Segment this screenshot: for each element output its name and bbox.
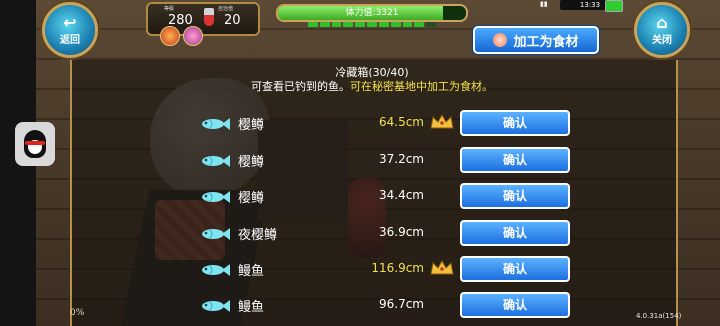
fish-size: 96.7cm	[378, 297, 424, 311]
fish-name: 鳗鱼	[238, 300, 265, 315]
fish-size: 34.4cm	[378, 188, 424, 202]
process-button-label: 加工为食材	[513, 34, 579, 50]
fish-name: 鳗鱼	[238, 264, 265, 279]
crown-icon	[430, 259, 454, 276]
fish-icon	[200, 226, 230, 240]
game-scene: ↩ 返回 等級 280 自治值 20 体力值:3321 ▮▮ 13:33 ⌂ 关…	[0, 0, 720, 326]
autonomy-label: 自治值	[218, 6, 234, 12]
back-button[interactable]: ↩ 返回	[42, 2, 98, 58]
close-button-label: 关闭	[652, 34, 672, 46]
stamina-segment	[308, 22, 318, 27]
fish-row: 鳗鱼 96.7cm 确认	[0, 292, 720, 320]
fish-size: 116.9cm	[371, 261, 424, 275]
stamina-segment	[414, 22, 425, 27]
confirm-button[interactable]: 确认	[460, 256, 570, 282]
fish-name: 夜樱鳟	[238, 228, 278, 243]
battery-icon	[605, 0, 623, 12]
fish-icon	[200, 153, 230, 167]
process-to-ingredient-button[interactable]: 加工为食材	[473, 26, 599, 54]
subtitle-white: 可查看已钓到的鱼。	[251, 80, 350, 93]
fish-name: 樱鳟	[238, 118, 265, 133]
stamina-segment	[367, 22, 377, 27]
subtitle-yellow: 可在秘密基地中加工为食材。	[350, 80, 493, 93]
stamina-text: 体力值:3321	[345, 8, 399, 18]
fish-name: 樱鳟	[238, 155, 265, 170]
footer-percent: 0%	[70, 308, 85, 318]
fish-name: 樱鳟	[238, 191, 265, 206]
fish-icon	[200, 116, 230, 130]
confirm-button[interactable]: 确认	[460, 183, 570, 209]
fish-plate-icon	[493, 33, 508, 47]
fish-size: 64.5cm	[378, 115, 424, 129]
fish-row: 鳗鱼 116.9cm 确认	[0, 256, 720, 284]
home-icon: ⌂	[656, 12, 668, 32]
stamina-segments	[308, 22, 436, 27]
autonomy-value: 20	[224, 13, 241, 28]
back-button-label: 返回	[60, 34, 80, 46]
stamina-segment	[426, 22, 436, 27]
fish-size: 37.2cm	[378, 152, 424, 166]
fish-row: 樱鳟 64.5cm 确认	[0, 110, 720, 138]
fish-size: 36.9cm	[378, 225, 424, 239]
event-badge-icon[interactable]	[160, 26, 180, 46]
fish-row: 樱鳟 37.2cm 确认	[0, 147, 720, 175]
stamina-bar: 体力值:3321	[276, 4, 468, 22]
stamina-segment	[402, 22, 413, 27]
confirm-button[interactable]: 确认	[460, 110, 570, 136]
stamina-segment	[378, 22, 389, 27]
fish-row: 樱鳟 34.4cm 确认	[0, 183, 720, 211]
fish-icon	[200, 189, 230, 203]
fish-icon	[200, 262, 230, 276]
stamina-segment	[355, 22, 366, 27]
fish-row: 夜樱鳟 36.9cm 确认	[0, 220, 720, 248]
signal-icons: ▮▮	[540, 0, 548, 8]
stamina-segment	[390, 22, 401, 27]
flask-icon	[204, 8, 214, 26]
close-button[interactable]: ⌂ 关闭	[634, 2, 690, 58]
version-text: 4.0.31a(154)	[636, 312, 682, 320]
stamina-segment	[319, 22, 330, 27]
confirm-button[interactable]: 确认	[460, 292, 570, 318]
confirm-button[interactable]: 确认	[460, 147, 570, 173]
crown-icon	[430, 113, 454, 130]
gift-badge-icon[interactable]	[183, 26, 203, 46]
fish-icon	[200, 298, 230, 312]
panel-subtitle: 可查看已钓到的鱼。可在秘密基地中加工为食材。	[70, 78, 674, 94]
back-arrow-icon: ↩	[63, 12, 77, 32]
stamina-segment	[331, 22, 342, 27]
stamina-segment	[343, 22, 354, 27]
level-label: 等級	[164, 6, 175, 12]
confirm-button[interactable]: 确认	[460, 220, 570, 246]
